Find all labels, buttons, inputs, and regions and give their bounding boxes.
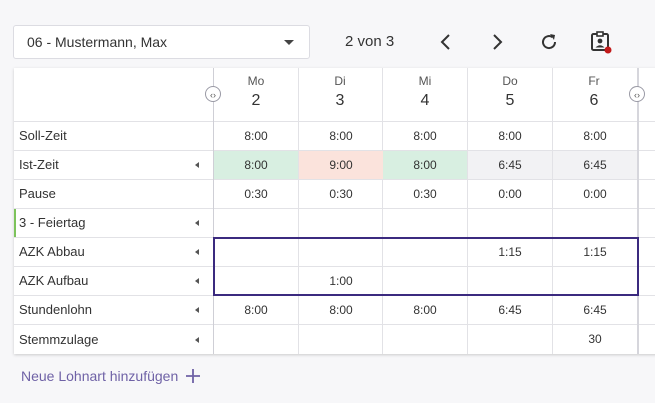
- timesheet-table: ‹› ‹› Mo 2 Di 3 Mi 4 Do 5 Fr 6 Soll-Zeit…: [14, 68, 655, 354]
- table-cell[interactable]: [468, 325, 552, 353]
- header-day: Mi: [418, 74, 432, 88]
- table-cell[interactable]: 8:00: [468, 122, 552, 150]
- table-cell[interactable]: 0:30: [383, 180, 467, 208]
- row-label: AZK Abbau: [19, 244, 85, 259]
- chevron-down-icon: [284, 40, 294, 45]
- caret-left-icon[interactable]: [195, 307, 199, 313]
- table-cell[interactable]: [299, 325, 383, 353]
- table-cell[interactable]: 8:00: [299, 122, 383, 150]
- row-label: Stemmzulage: [19, 332, 99, 347]
- add-wage-type-label: Neue Lohnart hinzufügen: [21, 368, 179, 384]
- table-cell[interactable]: [383, 209, 467, 237]
- refresh-icon[interactable]: [537, 30, 561, 54]
- header-date: 2: [251, 92, 261, 109]
- plus-icon: [186, 369, 201, 383]
- table-cell[interactable]: [553, 209, 637, 237]
- toolbar: 06 - Mustermann, Max 2 von 3: [0, 0, 655, 68]
- row-label: Ist-Zeit: [19, 157, 59, 172]
- header-date: 3: [335, 92, 345, 109]
- header-day: Do: [502, 74, 518, 88]
- row-accent-marker: [14, 209, 16, 237]
- employee-select-value: 06 - Mustermann, Max: [27, 34, 168, 50]
- header-day: Fr: [588, 74, 600, 88]
- header-date: 4: [420, 92, 430, 109]
- table-cell[interactable]: [214, 325, 298, 353]
- employee-select[interactable]: 06 - Mustermann, Max: [13, 25, 310, 59]
- table-cell[interactable]: [299, 209, 383, 237]
- table-cell[interactable]: 9:00: [299, 151, 383, 179]
- table-cell[interactable]: 8:00: [383, 296, 467, 324]
- row-label: Pause: [19, 186, 56, 201]
- table-cell[interactable]: 8:00: [214, 151, 298, 179]
- caret-left-icon[interactable]: [195, 337, 199, 343]
- table-cell[interactable]: 6:45: [468, 151, 552, 179]
- table-cell[interactable]: 8:00: [214, 122, 298, 150]
- row-label: AZK Aufbau: [19, 273, 89, 288]
- header-date: 5: [505, 92, 515, 109]
- header-date: 6: [589, 92, 599, 109]
- table-cell[interactable]: [468, 209, 552, 237]
- table-cell[interactable]: [214, 209, 298, 237]
- table-cell[interactable]: 30: [553, 325, 637, 353]
- table-cell[interactable]: 0:00: [553, 180, 637, 208]
- table-cell[interactable]: 0:30: [214, 180, 298, 208]
- header-day: Di: [334, 74, 346, 88]
- row-label: Soll-Zeit: [19, 128, 67, 143]
- table-cell[interactable]: 8:00: [383, 151, 467, 179]
- chevron-right-icon[interactable]: [485, 30, 509, 54]
- table-cell[interactable]: 6:45: [468, 296, 552, 324]
- row-label: 3 - Feiertag: [19, 215, 86, 230]
- row-label: Stundenlohn: [19, 302, 93, 317]
- pager-text: 2 von 3: [345, 33, 395, 50]
- selection-highlight: [213, 237, 639, 296]
- table-cell[interactable]: 0:30: [299, 180, 383, 208]
- caret-left-icon[interactable]: [195, 249, 199, 255]
- table-cell[interactable]: 6:45: [553, 151, 637, 179]
- table-cell[interactable]: [383, 325, 467, 353]
- chevron-left-icon[interactable]: [434, 30, 458, 54]
- caret-left-icon[interactable]: [195, 278, 199, 284]
- id-badge-icon[interactable]: [589, 30, 613, 54]
- table-cell[interactable]: 8:00: [214, 296, 298, 324]
- table-cell[interactable]: 6:45: [553, 296, 637, 324]
- table-cell[interactable]: 0:00: [468, 180, 552, 208]
- table-cell[interactable]: 8:00: [383, 122, 467, 150]
- table-cell[interactable]: 8:00: [553, 122, 637, 150]
- caret-left-icon[interactable]: [195, 220, 199, 226]
- add-wage-type-link[interactable]: Neue Lohnart hinzufügen: [21, 368, 201, 384]
- header-day: Mo: [247, 74, 265, 88]
- caret-left-icon[interactable]: [195, 162, 199, 168]
- table-cell[interactable]: 8:00: [299, 296, 383, 324]
